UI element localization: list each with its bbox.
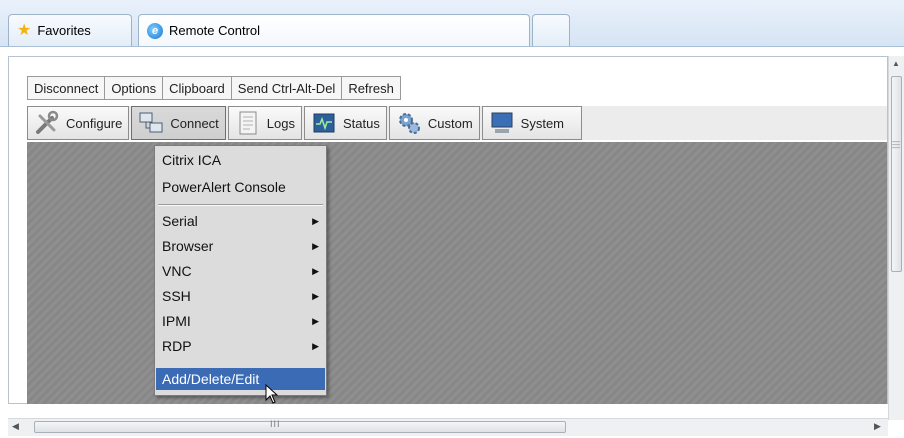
connect-dropdown-menu: Citrix ICA PowerAlert Console Serial ▶ Br…	[154, 145, 327, 396]
submenu-arrow-icon: ▶	[312, 215, 319, 226]
submenu-arrow-icon: ▶	[312, 290, 319, 301]
custom-label: Custom	[427, 115, 473, 131]
submenu-arrow-icon: ▶	[312, 265, 319, 276]
configure-button[interactable]: Configure	[27, 106, 130, 140]
horizontal-scrollbar[interactable]: ◀ III ▶	[8, 418, 888, 436]
scroll-up-arrow-icon[interactable]: ▲	[892, 59, 900, 68]
document-icon	[235, 110, 261, 136]
session-toolbar: Disconnect Options Clipboard Send Ctrl-A…	[27, 76, 401, 100]
menu-item-add-delete-edit[interactable]: Add/Delete/Edit	[156, 368, 325, 390]
system-button[interactable]: System	[481, 106, 582, 140]
system-label: System	[520, 115, 564, 131]
menu-item-serial[interactable]: Serial ▶	[156, 210, 325, 232]
clipboard-button[interactable]: Clipboard	[162, 76, 231, 100]
scroll-right-arrow-icon[interactable]: ▶	[874, 421, 881, 432]
status-button[interactable]: Status	[304, 106, 387, 140]
vertical-scroll-thumb[interactable]	[891, 76, 902, 272]
connect-label: Connect	[170, 115, 219, 131]
gears-icon	[396, 110, 422, 136]
scroll-left-arrow-icon[interactable]: ◀	[12, 421, 19, 432]
logs-label: Logs	[266, 115, 295, 131]
menu-item-vnc[interactable]: VNC ▶	[156, 260, 325, 282]
vertical-scrollbar[interactable]: ▲ — — —	[888, 56, 904, 420]
refresh-button[interactable]: Refresh	[341, 76, 401, 100]
connect-button[interactable]: Connect	[131, 106, 226, 140]
logs-button[interactable]: Logs	[227, 106, 302, 140]
submenu-arrow-icon: ▶	[312, 340, 319, 351]
scroll-grip-label: III	[270, 419, 281, 429]
menu-item-browser[interactable]: Browser ▶	[156, 235, 325, 257]
connect-icon	[138, 110, 164, 136]
submenu-arrow-icon: ▶	[312, 240, 319, 251]
computer-icon	[489, 110, 515, 136]
star-icon: ★	[17, 21, 32, 39]
ie-icon: e	[147, 22, 163, 39]
horizontal-scroll-thumb[interactable]	[34, 421, 566, 433]
status-label: Status	[343, 115, 380, 131]
send-ctrl-alt-del-button[interactable]: Send Ctrl-Alt-Del	[230, 76, 342, 100]
tab-remote-control-label: Remote Control	[169, 23, 261, 38]
menu-item-ipmi[interactable]: IPMI ▶	[156, 310, 325, 332]
tab-favorites[interactable]: ★ Favorites	[8, 14, 132, 46]
menu-item-citrix-ica[interactable]: Citrix ICA	[156, 149, 325, 171]
options-button[interactable]: Options	[104, 76, 163, 100]
configure-label: Configure	[66, 115, 123, 131]
main-toolbar: Configure Connect Logs Status Custom Sys…	[27, 106, 887, 140]
menu-item-rdp[interactable]: RDP ▶	[156, 335, 325, 357]
status-monitor-icon	[311, 110, 337, 136]
disconnect-button[interactable]: Disconnect	[27, 76, 105, 100]
tab-remote-control[interactable]: e Remote Control	[138, 14, 530, 46]
scroll-grip-icon: — — —	[892, 137, 900, 152]
new-tab-button[interactable]	[532, 14, 570, 46]
browser-tab-strip: ★ Favorites e Remote Control	[0, 0, 904, 47]
tools-icon	[34, 110, 60, 136]
menu-item-poweralert-console[interactable]: PowerAlert Console	[156, 176, 325, 198]
custom-button[interactable]: Custom	[388, 106, 480, 140]
menu-separator	[158, 204, 323, 206]
mouse-pointer-icon	[265, 384, 279, 404]
submenu-arrow-icon: ▶	[312, 315, 319, 326]
tab-favorites-label: Favorites	[37, 23, 91, 38]
menu-item-ssh[interactable]: SSH ▶	[156, 285, 325, 307]
